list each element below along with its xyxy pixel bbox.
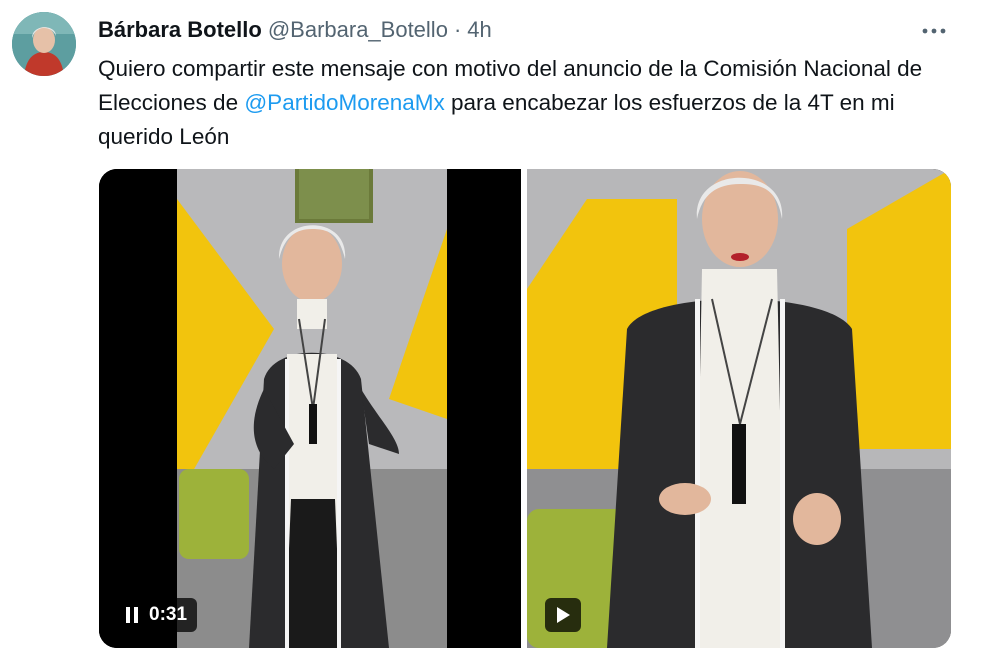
more-options-button[interactable] <box>919 16 949 46</box>
mention-link[interactable]: @PartidoMorenaMx <box>244 90 444 115</box>
more-horizontal-icon <box>922 28 946 34</box>
tweet-text: Quiero compartir este mensaje con motivo… <box>98 52 938 154</box>
author-handle[interactable]: @Barbara_Botello <box>268 17 448 43</box>
avatar[interactable] <box>12 12 76 76</box>
avatar-photo <box>12 12 76 76</box>
media-grid: 0:31 <box>99 169 951 648</box>
video-2-play-button[interactable] <box>545 598 581 632</box>
tweet-header: Bárbara Botello @Barbara_Botello · 4h <box>98 14 492 46</box>
video-player-2[interactable] <box>527 169 951 648</box>
author-name[interactable]: Bárbara Botello <box>98 17 262 43</box>
play-icon <box>557 607 570 623</box>
timestamp[interactable]: 4h <box>467 17 491 43</box>
separator-dot: · <box>453 17 462 42</box>
video-1-controls[interactable]: 0:31 <box>115 598 198 632</box>
video-frame-1 <box>99 169 521 648</box>
video-player-1[interactable]: 0:31 <box>99 169 521 648</box>
pause-icon <box>126 607 138 623</box>
video-duration: 0:31 <box>149 604 188 625</box>
video-frame-2 <box>527 169 951 648</box>
